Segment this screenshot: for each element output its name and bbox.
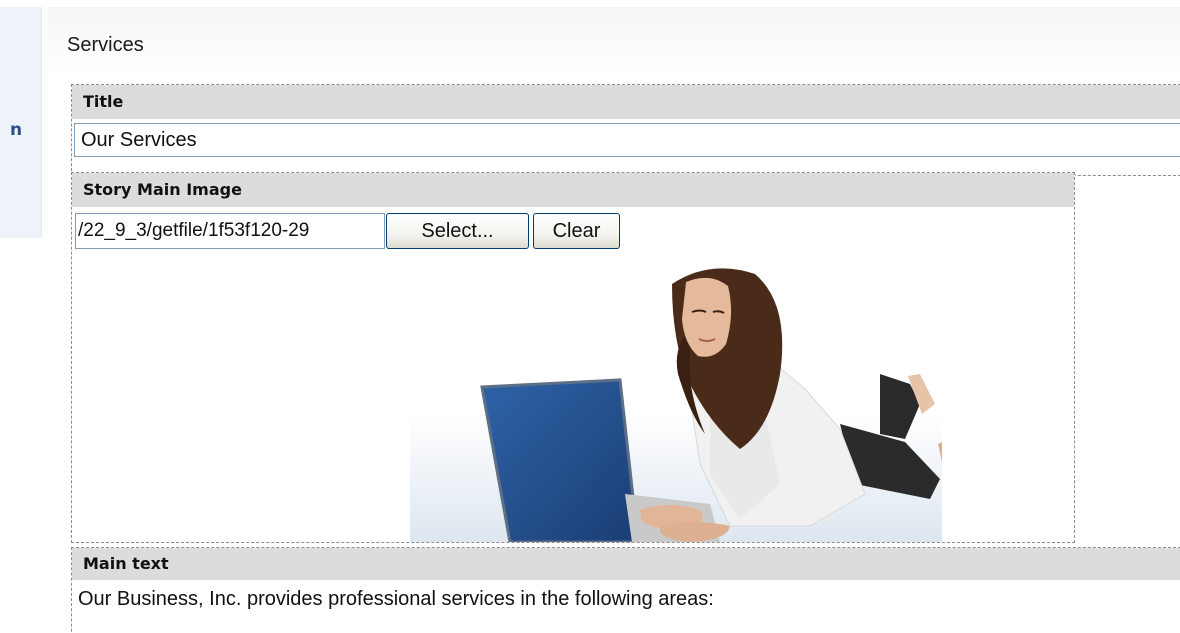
story-main-image-preview [410, 264, 942, 542]
select-image-button[interactable]: Select... [386, 213, 529, 249]
main-text-editor[interactable]: Our Business, Inc. provides professional… [78, 588, 714, 611]
left-navigation-panel: n [0, 7, 42, 238]
main-text-field: Main text Our Business, Inc. provides pr… [71, 547, 1180, 633]
main-text-label: Main text [72, 548, 1180, 580]
clear-image-button[interactable]: Clear [533, 213, 620, 249]
title-input[interactable] [74, 123, 1180, 157]
woman-with-laptop-photo [410, 264, 942, 542]
content-editor: Services Title Story Main Image Select..… [48, 7, 1180, 633]
sidebar-clipped-label[interactable]: n [10, 120, 22, 140]
title-field: Title [71, 84, 1180, 176]
page-title: Services [67, 34, 144, 56]
story-main-image-label: Story Main Image [72, 173, 1074, 207]
cms-editor-page: n Services Title Story Main Image Select… [0, 0, 1180, 633]
image-path-input[interactable] [75, 213, 385, 249]
title-field-label: Title [72, 85, 1180, 119]
